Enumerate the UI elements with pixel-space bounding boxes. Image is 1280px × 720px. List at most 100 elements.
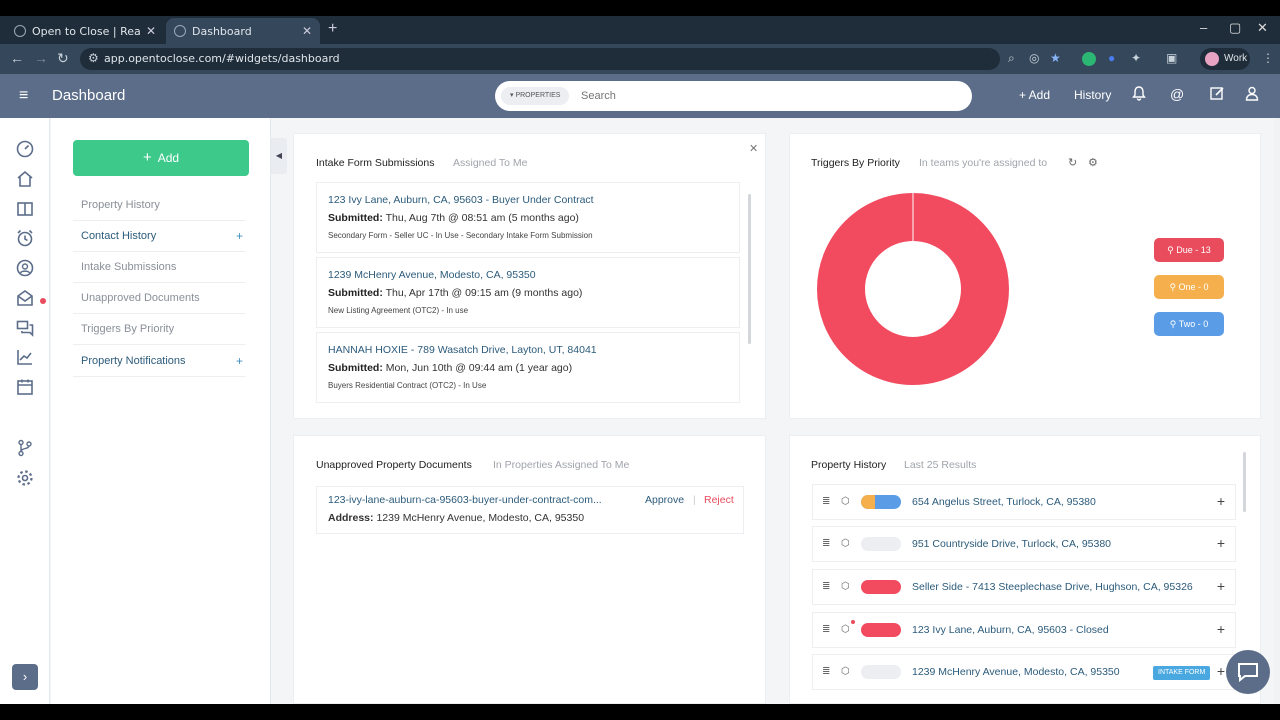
minimize-icon[interactable]: –: [1200, 20, 1207, 35]
list-item[interactable]: 123 Ivy Lane, Auburn, CA, 95603 - Buyer …: [316, 182, 740, 253]
dashboard-gauge-icon[interactable]: [16, 140, 34, 158]
git-branch-icon[interactable]: [16, 439, 34, 457]
status-pill: [861, 537, 901, 551]
table-row[interactable]: ≣ ⬡ 1239 McHenry Avenue, Modesto, CA, 95…: [812, 654, 1236, 690]
extensions-puzzle-icon[interactable]: ✦: [1131, 51, 1141, 65]
plus-icon[interactable]: +: [1217, 535, 1225, 551]
plus-icon[interactable]: +: [1217, 578, 1225, 594]
pin-icon: ⚲: [1169, 282, 1177, 292]
gear-icon[interactable]: [16, 469, 34, 487]
new-tab-icon[interactable]: +: [328, 20, 337, 38]
page-scrollbar[interactable]: [1274, 118, 1280, 704]
list-item[interactable]: HANNAH HOXIE - 789 Wasatch Drive, Layton…: [316, 332, 740, 403]
browser-tab-dashboard[interactable]: Dashboard ✕: [166, 18, 320, 44]
table-row[interactable]: ≣ ⬡ 123 Ivy Lane, Auburn, CA, 95603 - Cl…: [812, 612, 1236, 648]
search-scope-dropdown[interactable]: ▾ PROPERTIES: [501, 87, 570, 105]
refresh-icon[interactable]: ↻: [1068, 156, 1077, 169]
header-history-link[interactable]: History: [1074, 88, 1111, 102]
scrollbar[interactable]: [1243, 452, 1246, 512]
property-address[interactable]: 1239 McHenry Avenue, Modesto, CA, 95350: [912, 666, 1120, 678]
action-separator: |: [693, 494, 696, 506]
contacts-icon[interactable]: [16, 259, 34, 277]
reload-icon[interactable]: ↻: [57, 50, 69, 67]
plus-icon[interactable]: +: [1217, 493, 1225, 509]
browser-tab-open-to-close[interactable]: Open to Close | Real Estate Tra ✕: [6, 18, 164, 44]
bookmark-star-icon[interactable]: ★: [1050, 51, 1061, 65]
close-window-icon[interactable]: ✕: [1257, 20, 1268, 36]
plus-icon[interactable]: +: [1217, 663, 1225, 679]
card-title: Triggers By Priority: [811, 157, 900, 169]
profile-label: Work: [1224, 53, 1248, 64]
nav-item-property-notifications[interactable]: Property Notifications +: [73, 346, 245, 377]
profile-button[interactable]: Work: [1200, 48, 1250, 70]
eye-off-icon[interactable]: ◎: [1029, 51, 1039, 65]
widget-nav: + Add Property History Contact History + …: [51, 118, 271, 704]
plus-icon[interactable]: +: [236, 221, 243, 252]
alarm-clock-icon[interactable]: [16, 229, 34, 247]
table-row[interactable]: ≣ ⬡ Seller Side - 7413 Steeplechase Driv…: [812, 569, 1236, 605]
hamburger-menu-icon[interactable]: ≡: [19, 87, 28, 105]
nav-item-triggers-by-priority[interactable]: Triggers By Priority: [73, 314, 245, 345]
list-item[interactable]: 1239 McHenry Avenue, Modesto, CA, 95350 …: [316, 257, 740, 328]
close-icon[interactable]: ✕: [749, 142, 758, 155]
support-chat-button[interactable]: [1226, 650, 1270, 694]
gear-icon[interactable]: ⚙: [1088, 156, 1098, 169]
edit-icon[interactable]: [1210, 86, 1225, 104]
add-widget-button[interactable]: + Add: [73, 140, 249, 176]
submission-title[interactable]: 123 Ivy Lane, Auburn, CA, 95603 - Buyer …: [328, 194, 728, 206]
forward-icon[interactable]: →: [34, 50, 48, 66]
site-info-icon[interactable]: ⚙: [88, 51, 99, 65]
scrollbar[interactable]: [748, 194, 751, 344]
nav-item-label: Contact History: [81, 230, 157, 242]
property-history-card: Property History Last 25 Results ≣ ⬡ 654…: [789, 435, 1261, 704]
submission-title[interactable]: 1239 McHenry Avenue, Modesto, CA, 95350: [328, 269, 728, 281]
nav-item-unapproved-documents[interactable]: Unapproved Documents: [73, 283, 245, 314]
nav-item-property-history[interactable]: Property History: [73, 190, 245, 221]
url-field[interactable]: app.opentoclose.com/#widgets/dashboard: [80, 48, 1000, 70]
property-address[interactable]: 951 Countryside Drive, Turlock, CA, 9538…: [912, 538, 1111, 550]
back-icon[interactable]: ←: [10, 50, 24, 66]
badge-two[interactable]: ⚲ Two - 0: [1154, 312, 1224, 336]
reject-button[interactable]: Reject: [704, 494, 734, 506]
property-address[interactable]: Seller Side - 7413 Steeplechase Drive, H…: [912, 581, 1193, 593]
notification-dot: [40, 298, 46, 304]
chart-line-icon[interactable]: [16, 348, 34, 366]
chat-icon[interactable]: [16, 319, 34, 337]
approve-button[interactable]: Approve: [645, 494, 684, 506]
submission-title[interactable]: HANNAH HOXIE - 789 Wasatch Drive, Layton…: [328, 344, 728, 356]
submission-date: Submitted: Thu, Aug 7th @ 08:51 am (5 mo…: [328, 212, 579, 224]
user-icon[interactable]: [1245, 86, 1259, 104]
property-address[interactable]: 123 Ivy Lane, Auburn, CA, 95603 - Closed: [912, 624, 1109, 636]
badge-due[interactable]: ⚲ Due - 13: [1154, 238, 1224, 262]
badge-one[interactable]: ⚲ One - 0: [1154, 275, 1224, 299]
zoom-icon[interactable]: ⌕: [1008, 51, 1015, 66]
browser-menu-icon[interactable]: ⋮: [1262, 51, 1274, 65]
table-row[interactable]: ≣ ⬡ 654 Angelus Street, Turlock, CA, 953…: [812, 484, 1236, 520]
at-mention-icon[interactable]: @: [1170, 86, 1184, 102]
extension-grammarly-icon[interactable]: [1082, 52, 1096, 66]
close-tab-icon[interactable]: ✕: [302, 24, 312, 38]
nav-item-intake-submissions[interactable]: Intake Submissions: [73, 252, 245, 283]
screen-bottom-strip: [0, 704, 1280, 720]
priority-donut-chart: [817, 193, 1009, 385]
expand-sidebar-chevron-icon[interactable]: ›: [12, 664, 38, 690]
mail-icon[interactable]: [16, 289, 34, 307]
cube-icon: ⬡: [841, 666, 850, 677]
close-tab-icon[interactable]: ✕: [146, 24, 156, 38]
plus-icon[interactable]: +: [1217, 621, 1225, 637]
search-input[interactable]: [581, 87, 951, 105]
side-panel-icon[interactable]: ▣: [1166, 51, 1177, 65]
header-add-button[interactable]: + Add: [1019, 88, 1050, 102]
book-icon[interactable]: [16, 200, 34, 218]
calendar-icon[interactable]: [16, 378, 34, 396]
bell-icon[interactable]: [1132, 86, 1146, 104]
home-icon[interactable]: [16, 170, 34, 188]
nav-item-contact-history[interactable]: Contact History +: [73, 221, 245, 252]
property-address[interactable]: 654 Angelus Street, Turlock, CA, 95380: [912, 496, 1096, 508]
plus-icon[interactable]: +: [236, 346, 243, 377]
submission-detail: Buyers Residential Contract (OTC2) - In …: [328, 381, 487, 390]
table-row[interactable]: ≣ ⬡ 951 Countryside Drive, Turlock, CA, …: [812, 526, 1236, 562]
maximize-icon[interactable]: ▢: [1229, 20, 1241, 36]
extension-icon[interactable]: ●: [1108, 51, 1115, 65]
collapse-nav-chevron-icon[interactable]: ◀: [271, 138, 287, 174]
